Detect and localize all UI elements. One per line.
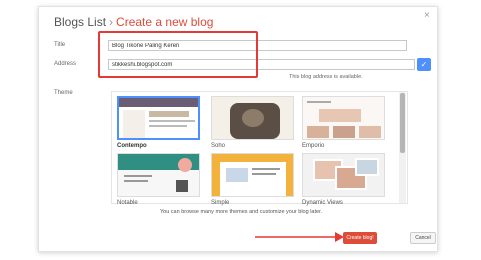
page-title: Create a new blog bbox=[116, 15, 214, 29]
close-icon[interactable]: × bbox=[424, 10, 430, 21]
theme-simple[interactable]: Simple bbox=[211, 153, 294, 206]
theme-dynamic-views-preview bbox=[302, 153, 385, 197]
theme-emporio[interactable]: Emporio bbox=[302, 96, 385, 149]
theme-dynamic-views[interactable]: Dynamic Views bbox=[302, 153, 385, 206]
theme-notable[interactable]: Notable bbox=[117, 153, 200, 206]
theme-emporio-preview bbox=[302, 96, 385, 140]
breadcrumb-blogs-list[interactable]: Blogs List bbox=[54, 15, 106, 29]
theme-name: Contempo bbox=[117, 143, 147, 149]
annotation-arrow-icon bbox=[255, 232, 344, 242]
theme-scrollbar[interactable] bbox=[399, 92, 406, 203]
scrollbar-thumb[interactable] bbox=[400, 93, 405, 153]
theme-name: Dynamic Views bbox=[302, 200, 343, 206]
theme-name: Notable bbox=[117, 200, 138, 206]
themes-hint: You can browse many more themes and cust… bbox=[160, 209, 323, 215]
theme-name: Emporio bbox=[302, 143, 325, 149]
check-icon: ✓ bbox=[420, 60, 428, 69]
create-blog-button[interactable]: Create blog! bbox=[343, 232, 377, 244]
theme-soho[interactable]: Soho bbox=[211, 96, 294, 149]
title-label: Title bbox=[54, 42, 66, 48]
theme-contempo[interactable]: Contempo bbox=[117, 96, 200, 149]
theme-label: Theme bbox=[54, 90, 73, 96]
availability-status: This blog address is available. bbox=[289, 74, 363, 80]
breadcrumb-separator: › bbox=[109, 15, 114, 29]
address-input[interactable] bbox=[108, 59, 415, 70]
theme-name: Simple bbox=[211, 200, 230, 206]
dialog-title: Blogs List › Create a new blog bbox=[54, 15, 213, 29]
title-input[interactable] bbox=[108, 40, 407, 51]
theme-notable-preview bbox=[117, 153, 200, 197]
check-address-button[interactable]: ✓ bbox=[417, 58, 431, 71]
theme-simple-preview bbox=[211, 153, 294, 197]
theme-contempo-preview bbox=[117, 96, 200, 140]
theme-soho-preview bbox=[211, 96, 294, 140]
theme-name: Soho bbox=[211, 143, 226, 149]
address-label: Address bbox=[54, 61, 77, 67]
cancel-button[interactable]: Cancel bbox=[410, 232, 436, 244]
